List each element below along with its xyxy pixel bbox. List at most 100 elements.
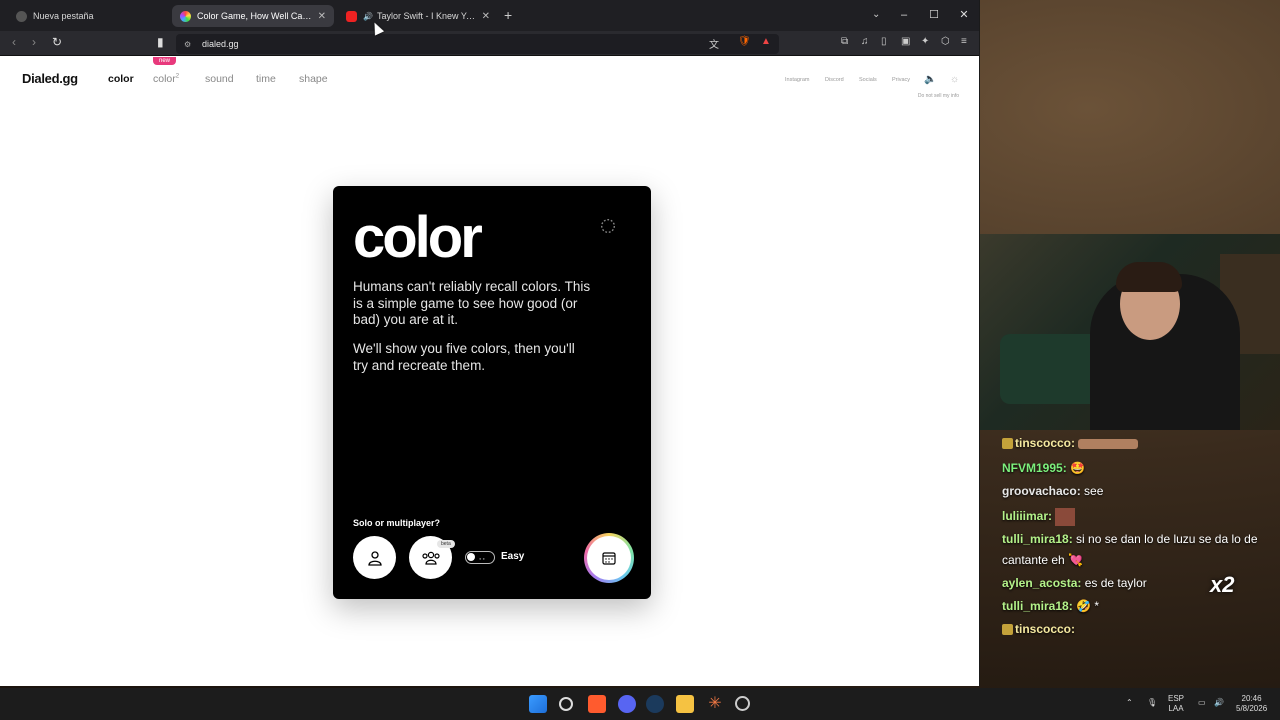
tab-title: Nueva pestaña [33,11,94,21]
webcam-hair [1116,262,1182,292]
minimize-button[interactable]: – [889,0,919,31]
brave-browser-icon[interactable] [588,695,606,713]
sub-badge-icon [1002,624,1013,636]
close-icon[interactable]: ✕ [476,11,490,22]
game-instructions: We'll show you five colors, then you'll … [353,341,575,373]
mic-icon[interactable]: 🎙 [1147,698,1157,708]
chat-user: tulli_mira18: [1002,532,1073,546]
do-not-sell-link[interactable]: Do not sell my info [918,93,959,99]
game-title: color [353,205,483,270]
tab-color-game[interactable]: Color Game, How Well Can You I ✕ [172,5,334,27]
close-icon[interactable]: ✕ [312,11,326,22]
new-badge: new [153,57,177,65]
theme-toggle-icon[interactable]: ☼ [950,74,959,85]
chat-text: cantante eh 💘 [1002,553,1083,567]
chat-text: 🤩 [1070,461,1085,475]
leo-icon[interactable]: ✦ [921,36,929,47]
daily-button[interactable] [584,533,634,583]
chat-message: cantante eh 💘 [1002,553,1083,567]
site-settings-icon[interactable]: ⚙ [184,40,191,49]
clock[interactable]: 20:46 5/8/2026 [1236,694,1267,714]
link-discord[interactable]: Discord [825,77,844,83]
close-window-button[interactable]: ✕ [949,0,979,31]
calendar-icon [602,552,616,565]
obs-icon[interactable] [735,696,750,711]
link-privacy[interactable]: Privacy [892,77,910,83]
laurel-icon[interactable] [599,217,617,235]
menu-icon[interactable]: ≡ [961,36,967,47]
nav-shape[interactable]: shape [299,73,328,85]
beta-badge: beta [437,540,455,548]
tray-chevron-icon[interactable]: ⌃ [1126,698,1133,708]
multiplier-overlay: x2 [1210,572,1235,597]
chat-text: es de taylor [1084,576,1147,590]
new-tab-button[interactable]: + [504,7,512,23]
chat-message: NFVM1995: 🤩 [1002,461,1085,475]
daily-button-inner [587,536,631,580]
wallet-icon[interactable]: ▣ [901,36,910,47]
steam-icon[interactable] [646,695,664,713]
address-bar[interactable]: ⚙ dialed.gg [176,34,779,54]
forward-button[interactable]: › [32,35,36,49]
music-icon[interactable]: ♫ [861,36,869,47]
brave-shield-icon[interactable]: 🛡 [738,36,751,47]
page: Dialed.gg color new color2 sound time sh… [4,57,979,679]
speaker-icon: 🔊 [363,11,373,21]
nav-sound[interactable]: sound [205,73,234,85]
lang-line1: ESP [1168,694,1185,703]
browser-toolbar: ‹ › ↻ ▮ ⚙ dialed.gg 文 🛡 ▲ ⧉ ♫ ▯ ▣ ✦ ⬡ ≡ [0,31,979,56]
nav-color2-label: color [153,73,176,85]
chat-user: aylen_acosta: [1002,576,1082,590]
discord-icon[interactable] [618,695,636,713]
shield-icon [16,10,27,22]
solo-button[interactable] [353,536,396,579]
translate-icon[interactable]: 文 [709,36,719,51]
folder-icon[interactable] [676,695,694,713]
chevron-down-icon[interactable]: ⌄ [872,9,880,20]
difficulty-toggle[interactable]: ● ● [465,551,495,564]
network-icon[interactable]: ▭ [1198,698,1206,708]
tab-title: Color Game, How Well Can You I [197,11,312,21]
chat-message: tulli_mira18: si no se dan lo de luzu se… [1002,532,1258,546]
tab-youtube[interactable]: 🔊 Taylor Swift - I Knew You Wer ✕ [338,5,498,27]
asterisk-app-icon[interactable]: ✳ [706,695,724,713]
link-instagram[interactable]: Instagram [785,77,809,83]
nav-time[interactable]: time [256,73,276,85]
search-icon[interactable] [559,697,573,711]
nav-color2-sup: 2 [175,73,180,80]
mode-question: Solo or multiplayer? [353,518,441,528]
windows-start-icon[interactable] [529,695,547,713]
chat-message: groovachaco: see [1002,484,1103,498]
nav-color2[interactable]: color2 [153,73,179,85]
chat-user: tinscocco: [1015,436,1076,450]
vpn-icon[interactable]: ⬡ [941,36,950,47]
window-controls: – ☐ ✕ [889,0,979,31]
maximize-button[interactable]: ☐ [919,0,949,31]
tab-new-tab[interactable]: Nueva pestaña [8,5,168,27]
difficulty-label: Easy [501,551,525,562]
user-icon [367,550,382,566]
chat-text: see [1084,484,1104,498]
rewards-icon[interactable]: ▲ [761,36,771,47]
chat-message: tinscocco: [1002,622,1075,636]
chat-message: aylen_acosta: es de taylor [1002,576,1147,590]
chat-text: 🤣 * [1076,599,1099,613]
title-bar: Nueva pestaña Color Game, How Well Can Y… [0,0,979,31]
nav-color[interactable]: color [108,73,134,85]
site-logo[interactable]: Dialed.gg [22,71,78,86]
extensions-icon[interactable]: ⧉ [841,36,848,47]
volume-icon[interactable]: 🔈 [924,74,936,85]
chat-message: tulli_mira18: 🤣 * [1002,599,1099,613]
chat-user: groovachaco: [1002,484,1081,498]
chat-user: luliiimar: [1002,509,1053,524]
bookmark-icon[interactable]: ▮ [157,35,164,49]
volume-tray-icon[interactable]: 🔊 [1214,698,1224,708]
sidebar-icon[interactable]: ▯ [881,36,887,47]
link-socials[interactable]: Socials [859,77,877,83]
back-button[interactable]: ‹ [12,35,16,49]
language-indicator[interactable]: ESP LAA [1168,694,1184,714]
tab-title: Taylor Swift - I Knew You Wer [376,11,476,21]
emote-image [1055,508,1076,526]
reload-button[interactable]: ↻ [52,35,62,49]
chat-user: tulli_mira18: [1002,599,1073,613]
